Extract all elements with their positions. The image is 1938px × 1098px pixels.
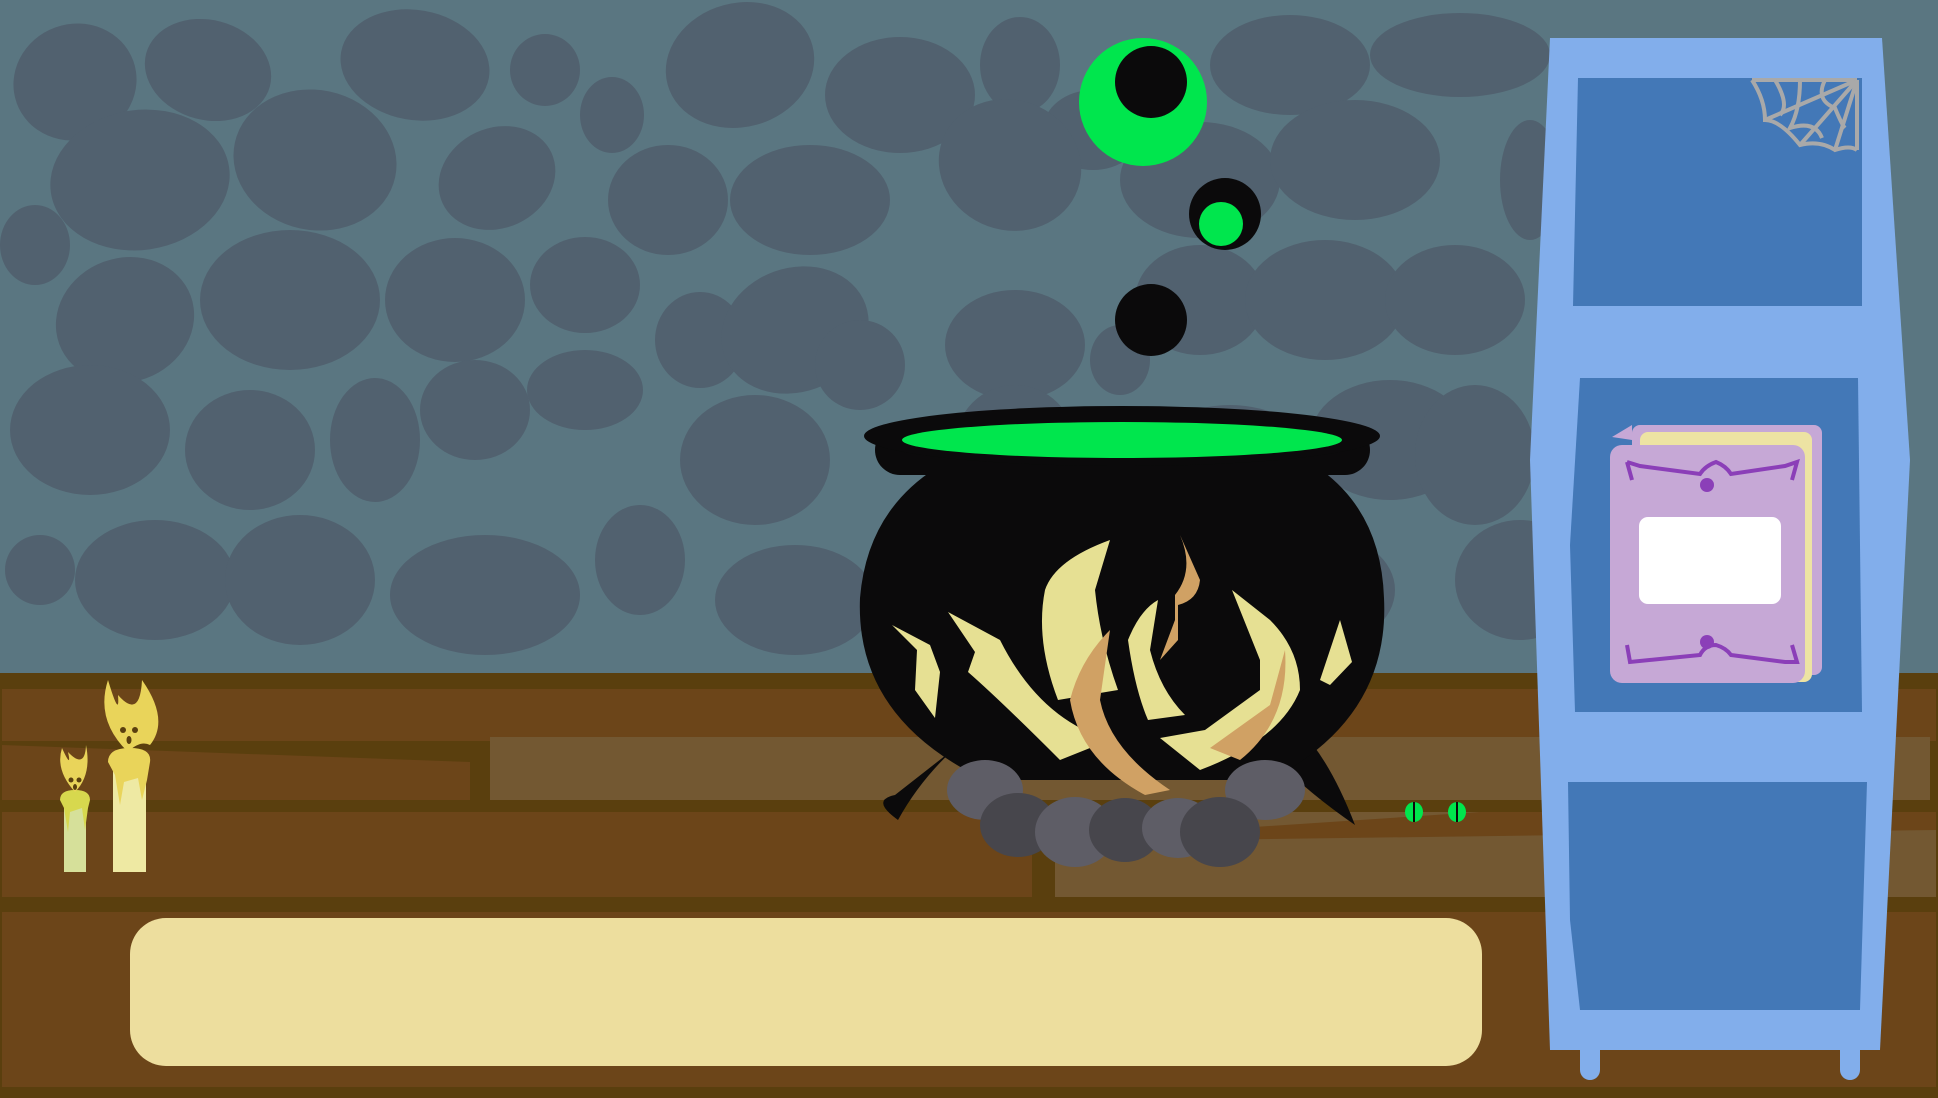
spellbook-label[interactable]	[1639, 517, 1781, 604]
dialog-box[interactable]	[130, 918, 1482, 1066]
